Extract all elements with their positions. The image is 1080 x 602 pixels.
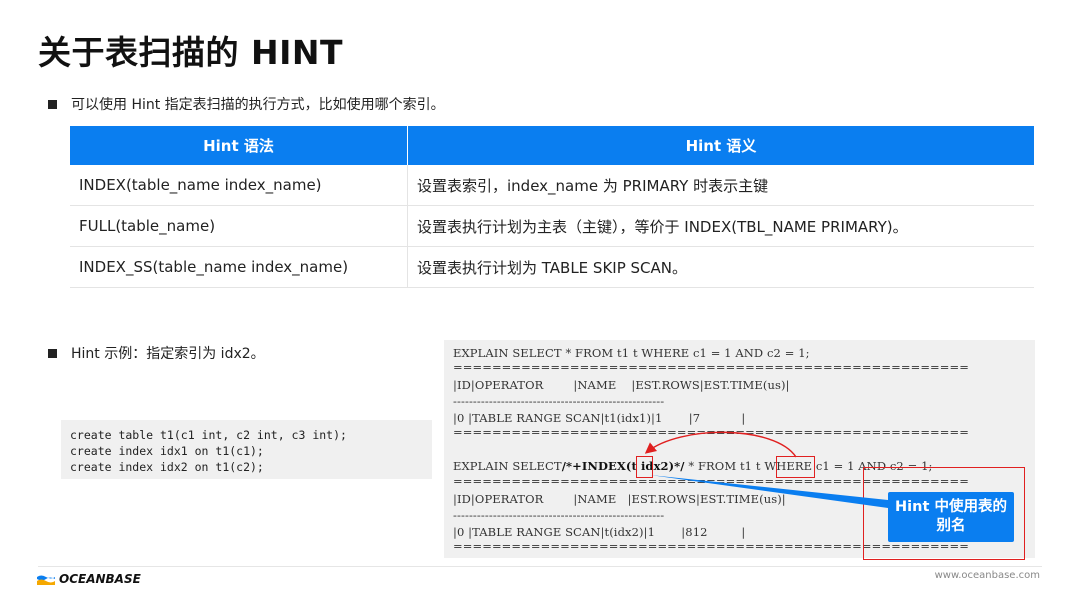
footer-url[interactable]: www.oceanbase.com <box>935 570 1040 581</box>
table-row: INDEX(table_name index_name) 设置表索引，index… <box>70 165 1034 206</box>
cell-syntax: FULL(table_name) <box>70 205 408 247</box>
cell-syntax: INDEX_SS(table_name index_name) <box>70 246 408 288</box>
bullet-square-icon <box>48 99 57 109</box>
bullet-intro: 可以使用 Hint 指定表扫描的执行方式，比如使用哪个索引。 <box>48 94 445 114</box>
col-header-syntax: Hint 语法 <box>70 126 408 165</box>
code-line: create index idx1 on t1(c1); <box>70 444 264 458</box>
plan-header-2: |ID|OPERATOR |NAME |EST.ROWS|EST.TIME(us… <box>453 492 786 506</box>
plan-row-2: |0 |TABLE RANGE SCAN|t(idx2)|1 |812 | <box>453 525 746 539</box>
table-header-row: Hint 语法 Hint 语义 <box>70 126 1034 165</box>
explain-query-1: EXPLAIN SELECT * FROM t1 t WHERE c1 = 1 … <box>453 346 810 360</box>
cell-semantics: 设置表索引，index_name 为 PRIMARY 时表示主键 <box>407 165 1034 206</box>
oceanbase-logo-icon <box>37 575 55 585</box>
separator-eq: ========================================… <box>453 425 969 439</box>
logo-text: OCEANBASE <box>59 572 141 586</box>
table-t1-t-highlight <box>776 456 815 478</box>
hint-table: Hint 语法 Hint 语义 INDEX(table_name index_n… <box>70 126 1034 288</box>
alias-t-highlight <box>636 456 653 478</box>
create-table-code: create table t1(c1 int, c2 int, c3 int);… <box>61 420 432 479</box>
alias-callout: Hint 中使用表的别名 <box>888 492 1014 542</box>
code-line: create index idx2 on t1(c2); <box>70 460 264 474</box>
cell-syntax: INDEX(table_name index_name) <box>70 165 408 206</box>
separator-eq: ========================================… <box>453 360 969 374</box>
bullet-example: Hint 示例：指定索引为 idx2。 <box>48 343 265 363</box>
query-2-hint: /*+INDEX(t idx2)*/ <box>561 459 685 473</box>
bullet-intro-text: 可以使用 Hint 指定表扫描的执行方式，比如使用哪个索引。 <box>71 97 445 113</box>
oceanbase-logo: OCEANBASE <box>37 572 141 586</box>
footer-divider <box>38 566 1042 567</box>
code-line: create table t1(c1 int, c2 int, c3 int); <box>70 428 347 442</box>
bullet-square-icon <box>48 348 57 358</box>
table-row: INDEX_SS(table_name index_name) 设置表执行计划为… <box>70 246 1034 288</box>
cell-semantics: 设置表执行计划为主表（主键），等价于 INDEX(TBL_NAME PRIMAR… <box>407 205 1034 247</box>
bullet-example-text: Hint 示例：指定索引为 idx2。 <box>71 346 265 362</box>
separator-dash: ----------------------------------------… <box>453 394 665 408</box>
plan-header-1: |ID|OPERATOR |NAME |EST.ROWS|EST.TIME(us… <box>453 378 790 392</box>
col-header-semantics: Hint 语义 <box>407 126 1034 165</box>
plan-row-1: |0 |TABLE RANGE SCAN|t1(idx1)|1 |7 | <box>453 411 746 425</box>
table-row: FULL(table_name) 设置表执行计划为主表（主键），等价于 INDE… <box>70 205 1034 247</box>
query-2-prefix: EXPLAIN SELECT <box>453 459 562 473</box>
cell-semantics: 设置表执行计划为 TABLE SKIP SCAN。 <box>407 246 1034 288</box>
explain-query-2: EXPLAIN SELECT/*+INDEX(t idx2)*/ * FROM … <box>453 459 933 473</box>
page-title: 关于表扫描的 HINT <box>38 33 344 72</box>
separator-dash: ----------------------------------------… <box>453 508 665 522</box>
